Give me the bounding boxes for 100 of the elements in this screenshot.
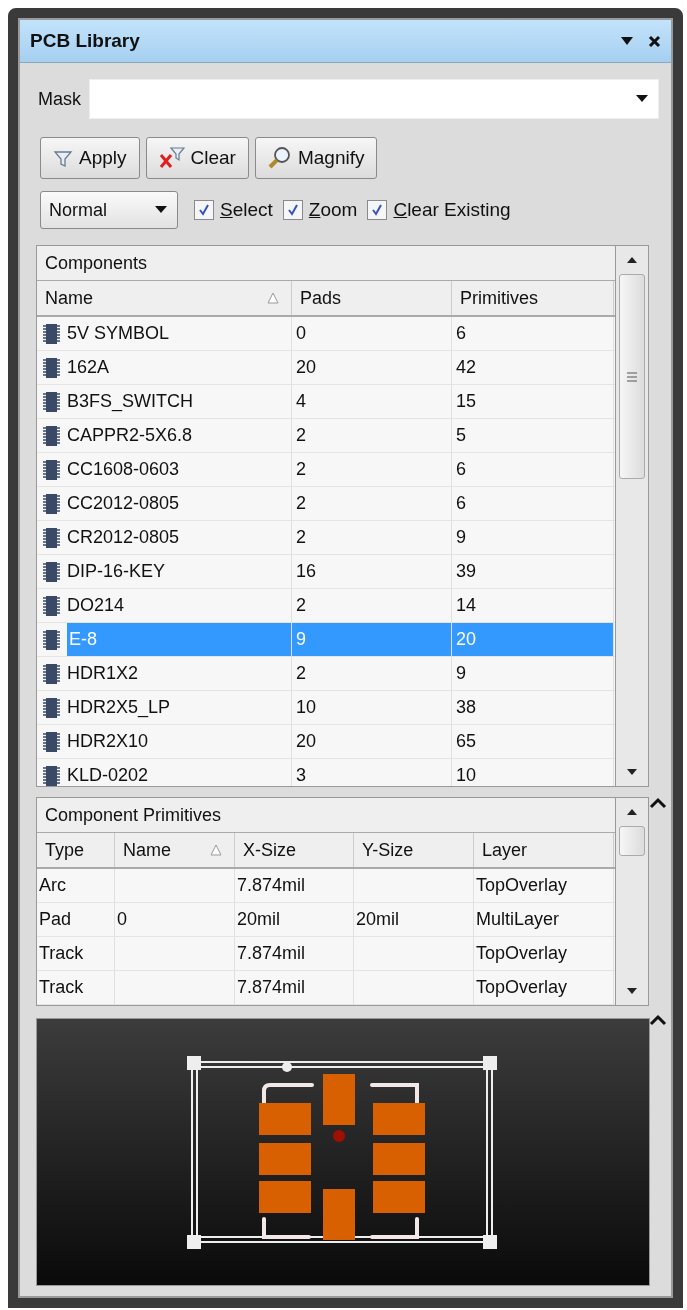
chip-icon [41,322,61,345]
toolbar-button[interactable]: Clear [145,137,249,179]
scrollbar[interactable] [615,797,649,1006]
clear-filter-icon [158,147,185,169]
component-row[interactable]: DIP-16-KEY 16 39 [37,555,615,589]
table-cell: 20 [296,731,317,752]
chip-icon [41,492,61,515]
table-cell: MultiLayer [476,909,560,930]
table-cell: Arc [39,875,66,896]
toolbar-button[interactable]: Magnify [254,137,378,179]
chip-icon [41,390,61,413]
table-cell: 10 [296,697,317,718]
table-cell: 15 [456,391,477,412]
component-row[interactable]: HDR1X2 2 9 [37,657,615,691]
table-cell: B3FS_SWITCH [67,391,194,412]
table-cell: 162A [67,357,110,378]
table-cell: HDR1X2 [67,663,139,684]
table-cell: TopOverlay [476,943,568,964]
dropdown-icon [155,206,167,214]
scrollbar[interactable] [615,245,649,787]
component-row[interactable]: CR2012-0805 2 9 [37,521,615,555]
primitive-row[interactable]: Track 7.874mil TopOverlay [37,971,615,1005]
chip-icon [41,458,61,481]
table-cell: 9 [456,663,466,684]
collapse-icon[interactable] [649,1014,667,1026]
checkbox[interactable] [194,200,214,220]
column-header[interactable]: Primitives [452,281,614,315]
table-cell: KLD-0202 [67,765,149,786]
table-cell: 38 [456,697,477,718]
checkbox-label: Zoom [308,199,358,221]
checkmark-icon [285,203,300,217]
table-cell: 9 [456,527,466,548]
column-header[interactable]: Layer [474,833,614,867]
component-row[interactable]: HDR2X10 20 65 [37,725,615,759]
mode-dropdown[interactable]: Normal [40,191,178,229]
collapse-icon[interactable] [649,797,667,809]
scroll-down-icon[interactable] [626,768,638,776]
toolbar-button[interactable]: Apply [40,137,140,179]
scrollbar-thumb[interactable] [619,274,645,479]
component-row[interactable]: 162A 20 42 [37,351,615,385]
close-icon[interactable] [648,34,661,48]
mask-field[interactable] [89,79,659,119]
component-row[interactable]: B3FS_SWITCH 4 15 [37,385,615,419]
table-cell: 65 [456,731,477,752]
component-row[interactable]: HDR2X5_LP 10 38 [37,691,615,725]
chip-icon [41,526,61,549]
table-cell: 7.874mil [237,875,306,896]
table-cell: 14 [456,595,477,616]
table-cell: DO214 [67,595,125,616]
dropdown-icon[interactable] [636,95,648,103]
table-cell: 5V SYMBOL [67,323,170,344]
component-row[interactable]: CC2012-0805 2 6 [37,487,615,521]
table-cell: 39 [456,561,477,582]
primitive-row[interactable]: Pad 0 20mil 20mil MultiLayer [37,903,615,937]
checkmark-icon [370,203,385,217]
scroll-down-icon[interactable] [626,987,638,995]
scroll-up-icon[interactable] [626,256,638,264]
table-cell: CC2012-0805 [67,493,180,514]
chip-icon [41,424,61,447]
table-cell: Track [39,977,84,998]
table-cell: 9 [296,629,306,650]
funnel-icon [53,148,73,168]
table-cell: CC1608-0603 [67,459,180,480]
component-row[interactable]: 5V SYMBOL 0 6 [37,317,615,351]
checkbox[interactable] [282,200,303,220]
primitive-row[interactable]: Track 7.874mil TopOverlay [37,937,615,971]
table-cell: 2 [296,527,306,548]
table-cell: 3 [296,765,306,786]
chip-icon [41,560,61,583]
column-header[interactable]: Name [37,281,292,315]
component-row[interactable]: CC1608-0603 2 6 [37,453,615,487]
table-cell: TopOverlay [476,977,568,998]
column-header[interactable]: X-Size [235,833,354,867]
table-cell: 5 [456,425,466,446]
component-row[interactable]: CAPPR2-5X6.8 2 5 [37,419,615,453]
table-cell: HDR2X10 [67,731,149,752]
chip-icon [41,696,61,719]
column-header[interactable]: Pads [292,281,452,315]
chip-icon [41,764,61,786]
table-cell: 42 [456,357,477,378]
table-cell: 6 [456,493,466,514]
scrollbar-thumb[interactable] [619,826,645,856]
table-cell: Pad [39,909,72,930]
table-cell: E-8 [67,623,291,656]
primitive-row[interactable]: Arc 7.874mil TopOverlay [37,869,615,903]
table-cell: 0 [296,323,306,344]
chip-icon [41,356,61,379]
chip-icon [41,662,61,685]
column-header[interactable]: Type [37,833,115,867]
scroll-up-icon[interactable] [626,808,638,816]
table-cell: 2 [296,459,306,480]
table-cell: 2 [296,663,306,684]
dropdown-icon[interactable] [620,36,634,46]
table-cell: 16 [296,561,317,582]
column-header[interactable]: Name [115,833,235,867]
component-row[interactable]: KLD-0202 3 10 [37,759,615,786]
checkbox[interactable] [367,200,388,220]
chip-icon [41,628,61,651]
checkbox-label: Clear Existing [393,199,511,221]
column-header[interactable]: Y-Size [354,833,474,867]
